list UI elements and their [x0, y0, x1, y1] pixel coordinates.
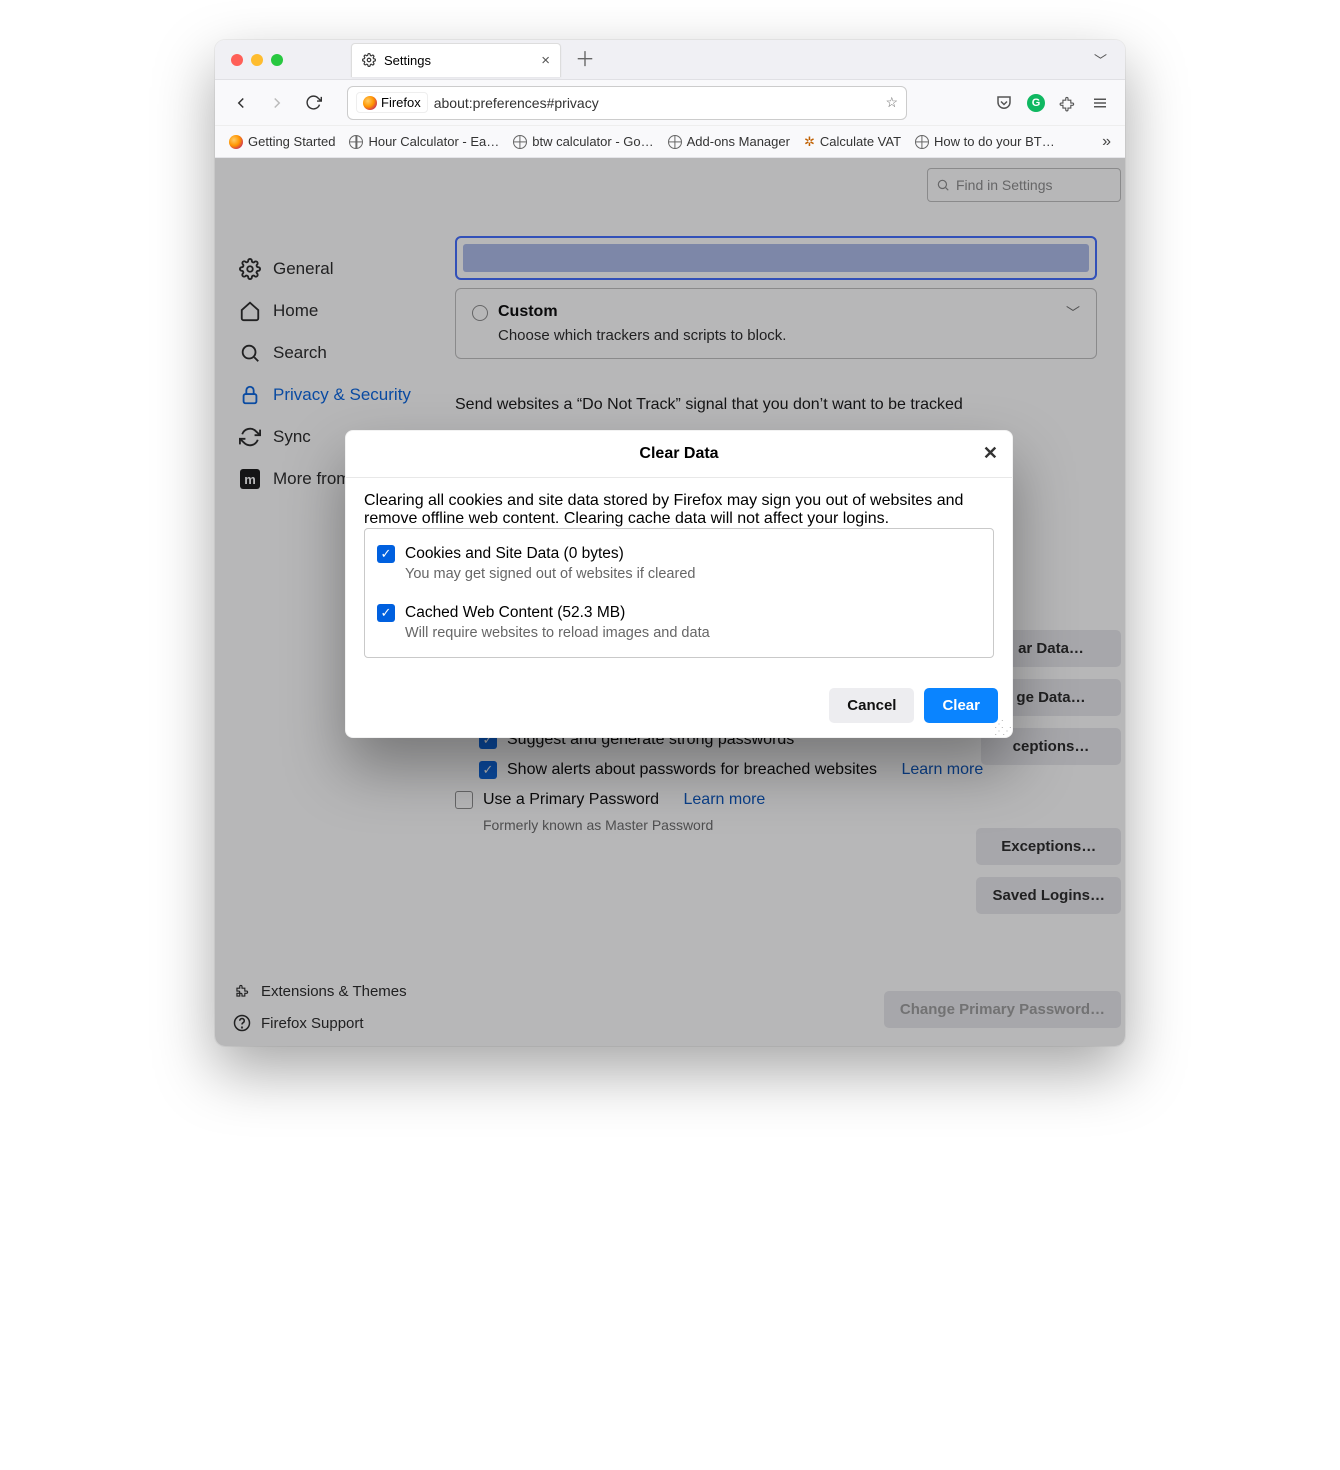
option-title: Cached Web Content (52.3 MB) — [405, 604, 710, 622]
dialog-options: ✓ Cookies and Site Data (0 bytes) You ma… — [364, 528, 994, 658]
extensions-icon[interactable] — [1059, 94, 1077, 112]
checkbox-checked-icon[interactable]: ✓ — [377, 545, 395, 563]
bookmark-label: btw calculator - Go… — [532, 134, 653, 149]
bookmark-item[interactable]: btw calculator - Go… — [513, 134, 653, 149]
option-cookies[interactable]: ✓ Cookies and Site Data (0 bytes) You ma… — [375, 539, 983, 588]
dialog-close-icon[interactable]: ✕ — [983, 443, 998, 464]
firefox-icon — [363, 96, 377, 110]
identity-label: Firefox — [381, 95, 421, 110]
globe-icon — [513, 135, 527, 149]
clear-button[interactable]: Clear — [924, 688, 998, 723]
content-area: General Home Search Privacy & Security — [215, 158, 1125, 1046]
firefox-icon — [229, 135, 243, 149]
gear-icon — [362, 53, 376, 67]
close-window-icon[interactable] — [231, 54, 243, 66]
bookmark-label: How to do your BT… — [934, 134, 1055, 149]
option-cache[interactable]: ✓ Cached Web Content (52.3 MB) Will requ… — [375, 598, 983, 647]
grammarly-icon[interactable]: G — [1027, 94, 1045, 112]
new-tab-button[interactable]: ＋ — [569, 50, 601, 70]
bookmark-label: Getting Started — [248, 134, 335, 149]
option-subtitle: Will require websites to reload images a… — [405, 625, 710, 641]
app-menu-icon[interactable] — [1091, 94, 1109, 112]
bookmark-item[interactable]: How to do your BT… — [915, 134, 1055, 149]
globe-icon — [668, 135, 682, 149]
bookmark-label: Hour Calculator - Ea… — [368, 134, 499, 149]
window-controls — [231, 54, 283, 66]
bookmarks-bar: Getting Started Hour Calculator - Ea… bt… — [215, 126, 1125, 158]
identity-badge[interactable]: Firefox — [356, 92, 428, 113]
option-title: Cookies and Site Data (0 bytes) — [405, 545, 695, 563]
bookmark-label: Calculate VAT — [820, 134, 901, 149]
resize-grip-icon[interactable]: ⋰⋰⋰ — [994, 721, 1010, 735]
forward-button[interactable] — [263, 89, 291, 117]
bookmark-label: Add-ons Manager — [687, 134, 790, 149]
tab-strip: Settings × ＋ ﹀ — [215, 40, 1125, 80]
dialog-description: Clearing all cookies and site data store… — [364, 492, 994, 528]
zoom-window-icon[interactable] — [271, 54, 283, 66]
minimize-window-icon[interactable] — [251, 54, 263, 66]
dialog-title: Clear Data — [639, 445, 718, 462]
bookmark-item[interactable]: ✲ Calculate VAT — [804, 134, 901, 150]
cancel-button[interactable]: Cancel — [829, 688, 914, 723]
globe-icon — [349, 135, 363, 149]
back-button[interactable] — [227, 89, 255, 117]
reload-button[interactable] — [299, 89, 327, 117]
tab-overflow-icon[interactable]: ﹀ — [1094, 50, 1113, 69]
option-subtitle: You may get signed out of websites if cl… — [405, 566, 695, 582]
tab-title: Settings — [384, 53, 431, 68]
bookmarks-overflow-icon[interactable]: » — [1102, 133, 1111, 151]
url-text: about:preferences#privacy — [434, 95, 599, 111]
globe-icon — [915, 135, 929, 149]
dialog-header: Clear Data ✕ — [346, 431, 1012, 478]
bookmark-star-icon[interactable]: ☆ — [885, 94, 898, 111]
url-field[interactable]: Firefox about:preferences#privacy ☆ — [347, 86, 907, 120]
vat-icon: ✲ — [804, 134, 815, 150]
tab-settings[interactable]: Settings × — [351, 43, 561, 77]
bookmark-item[interactable]: Add-ons Manager — [668, 134, 790, 149]
browser-window: Settings × ＋ ﹀ Firefox about:preferences… — [215, 40, 1125, 1046]
tab-close-icon[interactable]: × — [541, 53, 550, 68]
clear-data-dialog: Clear Data ✕ Clearing all cookies and si… — [345, 430, 1013, 738]
bookmark-item[interactable]: Hour Calculator - Ea… — [349, 134, 499, 149]
bookmark-item[interactable]: Getting Started — [229, 134, 335, 149]
toolbar: Firefox about:preferences#privacy ☆ G — [215, 80, 1125, 126]
pocket-icon[interactable] — [995, 94, 1013, 112]
checkbox-checked-icon[interactable]: ✓ — [377, 604, 395, 622]
